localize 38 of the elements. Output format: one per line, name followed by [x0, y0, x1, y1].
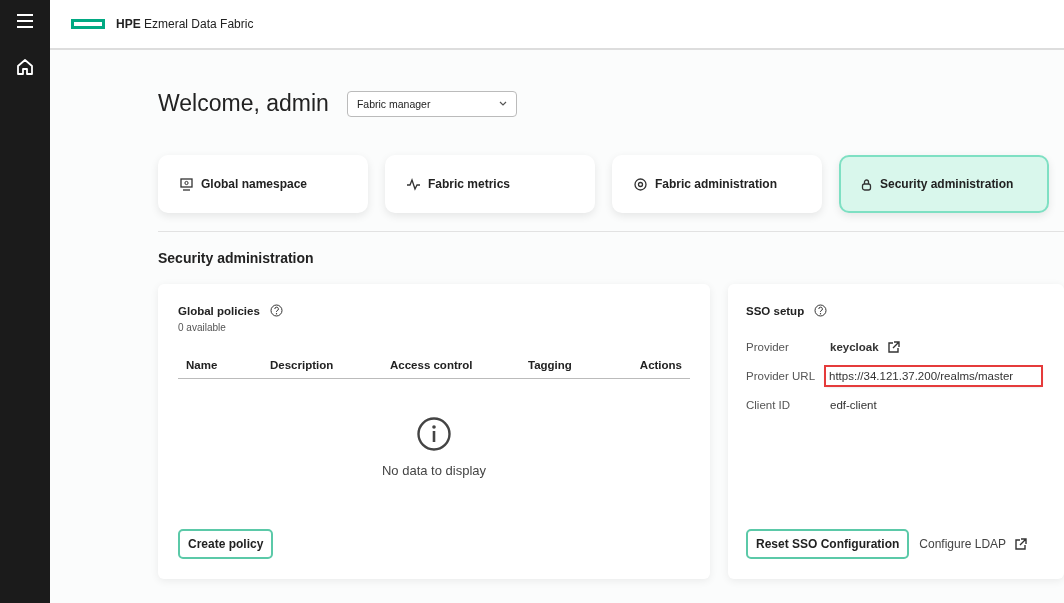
card-title: SSO setup [746, 304, 805, 317]
pulse-icon [407, 177, 420, 191]
field-value: keycloak [830, 340, 879, 355]
nav-card[interactable]: Security administration [839, 155, 1049, 213]
app-title: HPE Ezmeral Data Fabric [116, 17, 254, 31]
column-header: Tagging [528, 359, 573, 371]
item-count: 0 available [178, 322, 227, 333]
section-title: Security administration [158, 250, 315, 266]
help-icon[interactable] [814, 304, 828, 317]
column-header: Actions [638, 359, 682, 371]
create-policy-button[interactable]: Create policy [178, 529, 274, 559]
column-header: Name [186, 359, 219, 371]
external-link-icon[interactable] [886, 340, 900, 354]
nav-card[interactable]: Fabric metrics [385, 155, 595, 213]
reset-sso-button[interactable]: Reset SSO Configuration [746, 529, 910, 559]
caret-icon [498, 101, 507, 106]
lock-icon [861, 177, 872, 191]
field-label: Provider [746, 341, 790, 353]
field-value: edf-client [830, 398, 877, 413]
home-icon[interactable] [16, 58, 34, 76]
field-value: https://34.121.37.200/realms/master [826, 367, 1042, 385]
logo-icon [71, 19, 105, 29]
role-dropdown[interactable]: Fabric manager [346, 90, 517, 117]
column-header: Description [270, 359, 335, 371]
card-title: Global policies [178, 304, 260, 317]
nav-card[interactable]: Global namespace [158, 155, 368, 213]
configure-ldap-link[interactable]: Configure LDAP [919, 537, 1007, 551]
help-icon[interactable] [269, 304, 283, 317]
column-header: Access control [390, 359, 474, 371]
menu-icon[interactable] [16, 14, 34, 28]
empty-message: No data to display [381, 463, 487, 478]
external-link-icon[interactable] [1014, 537, 1028, 551]
monitor-icon [180, 177, 193, 191]
field-label: Client ID [746, 399, 792, 411]
page-title: Welcome, admin [158, 90, 329, 117]
info-icon [417, 417, 451, 451]
field-label: Provider URL [746, 370, 817, 382]
nav-card[interactable]: Fabric administration [612, 155, 822, 213]
